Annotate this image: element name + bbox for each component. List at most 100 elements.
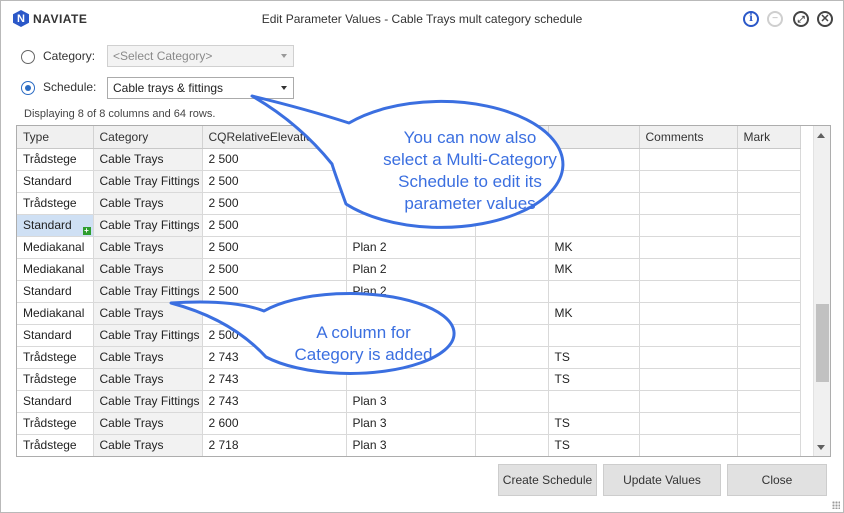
update-values-button[interactable]: Update Values: [603, 464, 721, 496]
table-cell[interactable]: [639, 214, 738, 237]
minimize-icon[interactable]: −: [767, 11, 783, 27]
table-cell[interactable]: Mediakanal: [17, 302, 94, 325]
table-cell[interactable]: Plan 2: [346, 258, 476, 281]
close-button[interactable]: Close: [727, 464, 827, 496]
table-cell[interactable]: [639, 170, 738, 193]
table-cell[interactable]: [475, 324, 549, 347]
table-cell[interactable]: [639, 412, 738, 435]
table-cell[interactable]: Plan 2: [346, 280, 476, 303]
table-cell[interactable]: 2 743: [202, 368, 347, 391]
table-cell[interactable]: Cable Trays: [93, 346, 203, 369]
table-cell[interactable]: TS: [548, 368, 640, 391]
table-cell[interactable]: [737, 390, 801, 413]
schedule-select[interactable]: Cable trays & fittings: [107, 77, 294, 99]
table-cell[interactable]: [639, 434, 738, 456]
category-radio[interactable]: [21, 50, 35, 64]
info-icon[interactable]: i: [743, 11, 759, 27]
table-cell[interactable]: Trådstege: [17, 346, 94, 369]
table-cell[interactable]: TS: [548, 346, 640, 369]
table-cell[interactable]: [475, 346, 549, 369]
table-cell[interactable]: Plan 2: [346, 236, 476, 259]
table-row[interactable]: Standard + Cable Tray Fittings 2 500: [17, 214, 801, 237]
table-cell[interactable]: Plan 3: [346, 412, 476, 435]
table-cell[interactable]: [202, 302, 347, 325]
table-cell[interactable]: Cable Tray Fittings: [93, 390, 203, 413]
column-header[interactable]: Comments: [639, 126, 738, 149]
table-cell[interactable]: [475, 280, 549, 303]
table-cell[interactable]: Cable Tray Fittings: [93, 170, 203, 193]
table-cell[interactable]: Plan 3: [346, 434, 476, 456]
table-cell[interactable]: Trådstege: [17, 368, 94, 391]
table-cell[interactable]: [737, 324, 801, 347]
table-cell[interactable]: Cable Tray Fittings: [93, 324, 203, 347]
category-select[interactable]: <Select Category>: [107, 45, 294, 67]
table-cell[interactable]: TS: [548, 434, 640, 456]
table-cell[interactable]: 2 500: [202, 280, 347, 303]
table-cell[interactable]: Cable Trays: [93, 236, 203, 259]
table-cell[interactable]: [639, 148, 738, 171]
create-schedule-button[interactable]: Create Schedule: [498, 464, 597, 496]
table-cell[interactable]: 2 500: [202, 192, 347, 215]
table-cell[interactable]: Mediakanal: [17, 258, 94, 281]
table-cell[interactable]: [475, 412, 549, 435]
table-cell[interactable]: [475, 390, 549, 413]
table-cell[interactable]: 2 718: [202, 434, 347, 456]
table-cell[interactable]: [737, 280, 801, 303]
table-cell[interactable]: [639, 302, 738, 325]
table-row[interactable]: Trådstege Cable Trays 2 600 Plan 3 TS: [17, 412, 801, 435]
table-row[interactable]: Standard Cable Tray Fittings 2 500 Plan 2: [17, 280, 801, 303]
table-cell[interactable]: Cable Tray Fittings: [93, 280, 203, 303]
table-cell[interactable]: Cable Trays: [93, 148, 203, 171]
table-cell[interactable]: MK: [548, 236, 640, 259]
table-row[interactable]: Mediakanal Cable Trays MK: [17, 302, 801, 325]
table-cell[interactable]: MK: [548, 258, 640, 281]
table-cell[interactable]: Trådstege: [17, 192, 94, 215]
table-cell[interactable]: [475, 258, 549, 281]
table-cell[interactable]: [639, 192, 738, 215]
table-cell[interactable]: Cable Trays: [93, 258, 203, 281]
table-cell[interactable]: [346, 368, 476, 391]
table-cell[interactable]: 2 600: [202, 412, 347, 435]
table-cell[interactable]: 2 500: [202, 236, 347, 259]
table-cell[interactable]: Mediakanal: [17, 236, 94, 259]
close-icon[interactable]: ✕: [817, 11, 833, 27]
table-cell[interactable]: [737, 434, 801, 456]
table-cell[interactable]: [639, 324, 738, 347]
scroll-up-icon[interactable]: [817, 133, 825, 138]
table-cell[interactable]: Standard: [17, 390, 94, 413]
table-cell[interactable]: [639, 368, 738, 391]
table-cell[interactable]: Trådstege: [17, 412, 94, 435]
table-cell[interactable]: Cable Trays: [93, 302, 203, 325]
table-cell[interactable]: 2 500: [202, 170, 347, 193]
table-cell[interactable]: Standard: [17, 280, 94, 303]
vertical-scrollbar[interactable]: [813, 126, 830, 456]
table-cell[interactable]: Cable Trays: [93, 192, 203, 215]
column-header[interactable]: Mark: [737, 126, 801, 149]
table-cell[interactable]: Standard +: [17, 214, 94, 237]
table-row[interactable]: Standard Cable Tray Fittings 2 743 Plan 3: [17, 390, 801, 413]
table-cell[interactable]: [548, 390, 640, 413]
table-row[interactable]: Trådstege Cable Trays 2 718 Plan 3 TS: [17, 434, 801, 456]
table-cell[interactable]: [475, 214, 549, 237]
scrollbar-thumb[interactable]: [816, 304, 829, 382]
table-cell[interactable]: [475, 434, 549, 456]
table-cell[interactable]: [475, 368, 549, 391]
table-cell[interactable]: 2 500: [202, 258, 347, 281]
table-cell[interactable]: 2 743: [202, 390, 347, 413]
table-cell[interactable]: [346, 214, 476, 237]
table-cell[interactable]: Cable Tray Fittings: [93, 214, 203, 237]
table-cell[interactable]: [737, 368, 801, 391]
maximize-icon[interactable]: ⤢: [793, 11, 809, 27]
table-cell[interactable]: [475, 302, 549, 325]
table-cell[interactable]: [737, 170, 801, 193]
table-cell[interactable]: 2 500: [202, 214, 347, 237]
schedule-option[interactable]: Schedule:: [21, 80, 96, 95]
category-option[interactable]: Category:: [21, 49, 95, 64]
table-cell[interactable]: Trådstege: [17, 148, 94, 171]
table-cell[interactable]: [737, 302, 801, 325]
table-cell[interactable]: [737, 346, 801, 369]
table-cell[interactable]: [737, 214, 801, 237]
table-row[interactable]: Trådstege Cable Trays 2 743 TS: [17, 368, 801, 391]
table-cell[interactable]: [639, 258, 738, 281]
column-header[interactable]: CQRelativeElevation: [202, 126, 347, 149]
